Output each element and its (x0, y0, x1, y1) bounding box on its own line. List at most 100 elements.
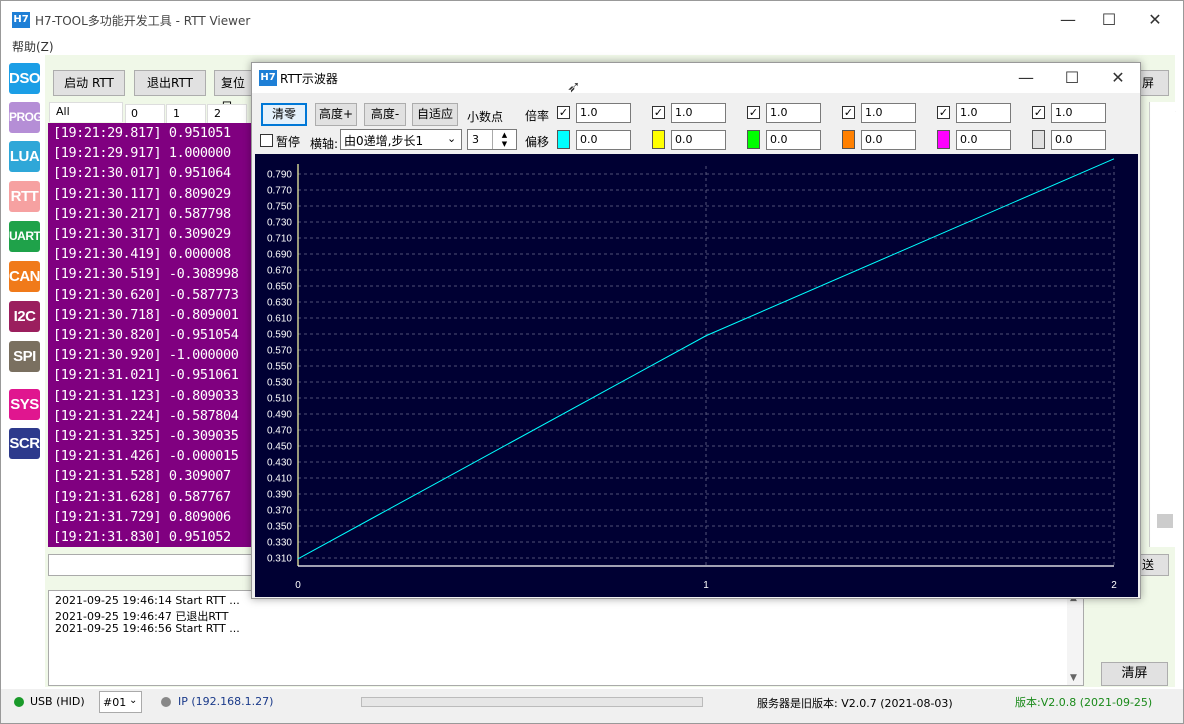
y-tick-label: 0.690 (267, 250, 292, 261)
scope-close-button[interactable]: ✕ (1098, 65, 1138, 91)
send-button[interactable]: 送 (1139, 554, 1169, 576)
device-select[interactable]: #01 ⌄ (99, 691, 142, 713)
pause-checkbox[interactable] (260, 134, 273, 147)
tab-all-terminals[interactable]: All Terminals (49, 102, 123, 136)
log-scrollbar[interactable]: ▲ ▼ (1067, 591, 1083, 685)
channel-1-checkbox[interactable]: ✓ (557, 106, 570, 119)
scope-minimize-button[interactable]: — (1006, 65, 1046, 91)
sidebar-item-can[interactable]: CAN (9, 261, 41, 292)
sidebar-item-lua[interactable]: LUA (9, 141, 40, 172)
channel-4-offset-input[interactable]: 0.0 (861, 130, 916, 150)
terminal-line: [19:21:31.021] -0.951061 (53, 367, 239, 384)
xaxis-select[interactable]: 由0递增,步长1 ⌄ (340, 129, 462, 150)
channel-1-color-swatch[interactable] (557, 130, 570, 149)
channel-3-checkbox[interactable]: ✓ (747, 106, 760, 119)
start-rtt-button[interactable]: 启动 RTT (53, 70, 125, 96)
sidebar-item-sys[interactable]: SYS (9, 389, 40, 420)
sidebar-item-dso[interactable]: DSO (9, 63, 41, 94)
channel-6-checkbox[interactable]: ✓ (1032, 106, 1045, 119)
channel-4-scale-input[interactable]: 1.0 (861, 103, 916, 123)
y-tick-label: 0.510 (267, 394, 292, 405)
clear-log-button[interactable]: 清屏 (1101, 662, 1168, 686)
tab-terminal-2[interactable]: 2 (207, 104, 247, 124)
close-button[interactable]: ✕ (1135, 7, 1175, 33)
pause-label: 暂停 (276, 135, 301, 149)
scope-window[interactable]: H7 RTT示波器 — ☐ ✕ 清零 高度+ 高度- 自适应 小数点 暂停 横轴… (251, 62, 1141, 599)
terminal-line: [19:21:29.917] 1.000000 (53, 145, 231, 162)
channel-2-offset-input[interactable]: 0.0 (671, 130, 726, 150)
app-title: H7-TOOL多功能开发工具 - RTT Viewer (35, 14, 251, 28)
maximize-button[interactable]: ☐ (1089, 7, 1129, 33)
send-input[interactable] (48, 554, 252, 576)
terminal-scrollbar[interactable] (1149, 102, 1175, 547)
y-tick-label: 0.370 (267, 506, 292, 517)
sidebar-item-uart[interactable]: UART (9, 221, 41, 252)
channel-5-checkbox[interactable]: ✓ (937, 106, 950, 119)
channel-6-color-swatch[interactable] (1032, 130, 1045, 149)
channel-6-scale-input[interactable]: 1.0 (1051, 103, 1106, 123)
channel-1-scale-input[interactable]: 1.0 (576, 103, 631, 123)
channel-2-checkbox[interactable]: ✓ (652, 106, 665, 119)
scope-maximize-button[interactable]: ☐ (1052, 65, 1092, 91)
channel-4-color-swatch[interactable] (842, 130, 855, 149)
line-chart: 0.310 0.330 0.350 0.370 0.390 0.410 0.430 0.450… (267, 158, 1117, 591)
x-tick-label: 0 (295, 580, 301, 591)
minimize-button[interactable]: — (1048, 7, 1088, 33)
scope-plot[interactable]: 0.310 0.330 0.350 0.370 0.390 0.410 0.430 0.450… (255, 154, 1138, 597)
channel-5-color-swatch[interactable] (937, 130, 950, 149)
terminal-line: [19:21:31.123] -0.809033 (53, 387, 239, 404)
menu-help[interactable]: 帮助(Z) (12, 38, 54, 55)
title-bar[interactable]: H7 H7-TOOL多功能开发工具 - RTT Viewer — ☐ ✕ (1, 1, 1183, 37)
height-minus-button[interactable]: 高度- (364, 103, 406, 126)
scroll-down-icon[interactable]: ▼ (1070, 673, 1077, 683)
sidebar-item-i2c[interactable]: I2C (9, 301, 40, 332)
channel-3-color-swatch[interactable] (747, 130, 760, 149)
tab-terminal-0[interactable]: 0 (125, 104, 165, 124)
height-plus-button[interactable]: 高度+ (315, 103, 357, 126)
channel-5-offset-input[interactable]: 0.0 (956, 130, 1011, 150)
tab-terminal-1[interactable]: 1 (166, 104, 206, 124)
stepper-down-icon[interactable]: ▼ (492, 140, 516, 149)
sidebar-item-scr[interactable]: SCR (9, 428, 40, 459)
terminal-line: [19:21:30.117] 0.809029 (53, 185, 231, 202)
stepper-up-icon[interactable]: ▲ (492, 130, 516, 140)
y-tick-label: 0.610 (267, 314, 292, 325)
y-tick-label: 0.470 (267, 426, 292, 437)
offset-label: 偏移 (525, 135, 550, 149)
sidebar-item-rtt[interactable]: RTT (9, 181, 40, 212)
sidebar-item-prog[interactable]: PROG (9, 102, 43, 133)
scope-title-bar[interactable]: H7 RTT示波器 — ☐ ✕ (252, 63, 1140, 93)
terminal-line: [19:21:29.817] 0.951051 (53, 125, 231, 141)
channel-1-offset-input[interactable]: 0.0 (576, 130, 631, 150)
mouse-cursor-icon: ➶ (567, 77, 581, 96)
scroll-thumb[interactable] (1157, 514, 1173, 528)
y-tick-label: 0.350 (267, 522, 292, 533)
channel-3-offset-input[interactable]: 0.0 (766, 130, 821, 150)
channel-4-checkbox[interactable]: ✓ (842, 106, 855, 119)
scope-clear-button[interactable]: 清零 (261, 103, 307, 126)
xaxis-value: 由0递增,步长1 (344, 134, 424, 148)
channel-3-scale-input[interactable]: 1.0 (766, 103, 821, 123)
terminal-line: [19:21:31.325] -0.309035 (53, 428, 239, 444)
channel-6-offset-input[interactable]: 0.0 (1051, 130, 1106, 150)
clear-screen-button-top[interactable]: 屏 (1139, 70, 1169, 96)
log-area[interactable]: ▲ ▼ 2021-09-25 19:46:14 Start RTT ... 202… (48, 590, 1084, 686)
terminal-output[interactable]: [19:21:29.817] 0.951051 [19:21:29.917] 1.… (48, 123, 256, 547)
sidebar-item-spi[interactable]: SPI (9, 341, 40, 372)
channel-2-color-swatch[interactable] (652, 130, 665, 149)
channel-2-scale-input[interactable]: 1.0 (671, 103, 726, 123)
terminal-line: [19:21:30.519] -0.308998 (53, 266, 239, 283)
scope-logo: H7 (259, 70, 277, 86)
decimals-stepper[interactable]: 3 ▲ ▼ (467, 129, 517, 150)
terminal-line: [19:21:31.224] -0.587804 (53, 407, 239, 424)
decimals-label: 小数点 (467, 110, 504, 124)
terminal-line: [19:21:30.820] -0.951054 (53, 327, 239, 343)
reset-target-button[interactable]: 复位目 (214, 70, 254, 114)
scope-title: RTT示波器 (280, 72, 338, 86)
exit-rtt-button[interactable]: 退出RTT (134, 70, 206, 96)
channel-5-scale-input[interactable]: 1.0 (956, 103, 1011, 123)
terminal-line: [19:21:31.830] 0.951052 (53, 529, 231, 545)
auto-fit-button[interactable]: 自适应 (412, 103, 458, 126)
terminal-line: [19:21:30.920] -1.000000 (53, 347, 239, 364)
log-line: 2021-09-25 19:46:56 Start RTT ... (55, 622, 240, 635)
